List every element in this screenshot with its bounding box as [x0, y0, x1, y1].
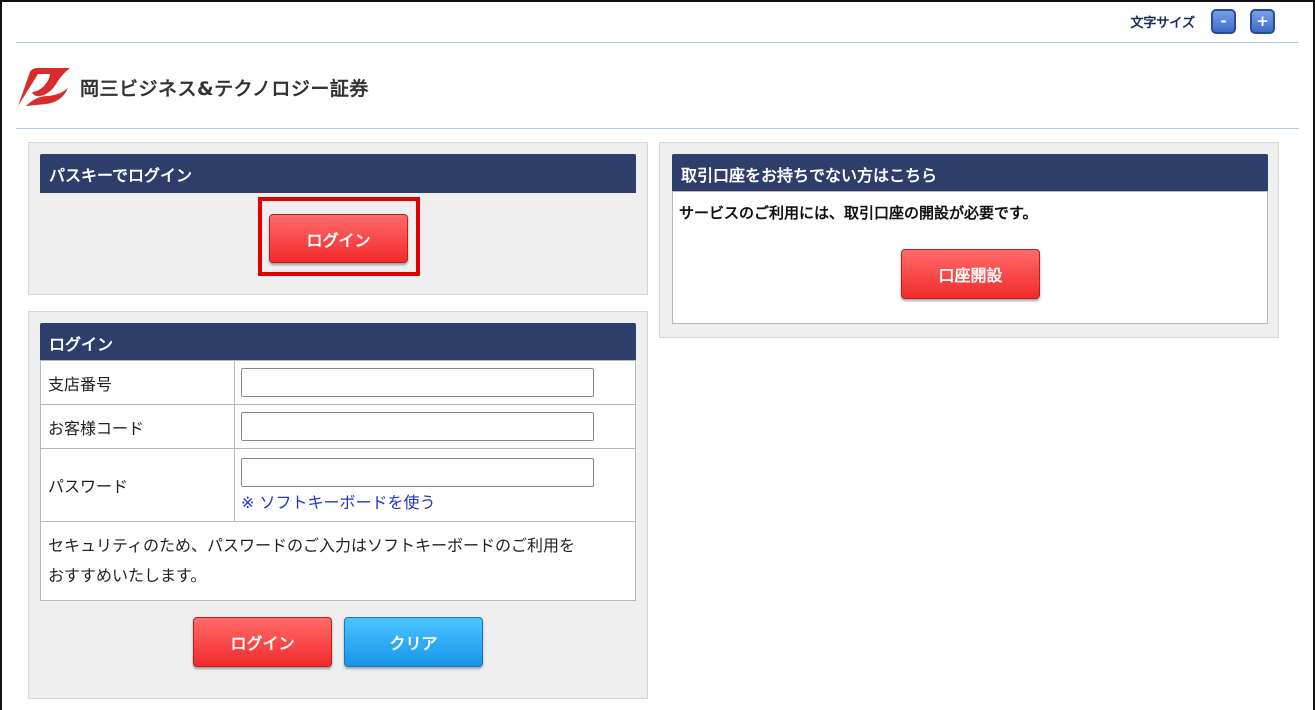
- font-size-increase-button[interactable]: +: [1250, 9, 1275, 34]
- branch-number-input[interactable]: [241, 368, 594, 397]
- company-logo: 岡三ビジネス&テクノロジー証券: [16, 66, 369, 108]
- security-note-row: セキュリティのため、パスワードのご入力はソフトキーボードのご利用を おすすめいた…: [40, 521, 636, 601]
- company-name: 岡三ビジネス&テクノロジー証券: [80, 77, 369, 100]
- password-row: パスワード ※ ソフトキーボードを使う: [40, 448, 636, 522]
- customer-row: お客様コード: [40, 404, 636, 449]
- login-submit-button[interactable]: ログイン: [193, 617, 332, 667]
- password-input[interactable]: [241, 457, 594, 487]
- soft-keyboard-link[interactable]: ※ ソフトキーボードを使う: [241, 489, 635, 513]
- font-size-label: 文字サイズ: [1130, 16, 1195, 31]
- header-divider-top: [16, 42, 1299, 43]
- login-panel-title: ログイン: [40, 323, 636, 362]
- clear-button[interactable]: クリア: [344, 617, 483, 667]
- login-panel: ログイン 支店番号 お客様コード パスワード ※ ソフトキーボードを使う セキュ…: [28, 311, 648, 699]
- open-account-panel: 取引口座をお持ちでない方はこちら サービスのご利用には、取引口座の開設が必要です…: [659, 142, 1279, 338]
- font-size-controls: 文字サイズ - +: [1130, 9, 1275, 34]
- passkey-panel-title: パスキーでログイン: [40, 154, 636, 193]
- security-note-line2: おすすめいたします。: [48, 566, 207, 585]
- security-note-line1: セキュリティのため、パスワードのご入力はソフトキーボードのご利用を: [48, 536, 576, 555]
- passkey-panel: パスキーでログイン ログイン: [28, 142, 648, 295]
- security-note: セキュリティのため、パスワードのご入力はソフトキーボードのご利用を おすすめいた…: [40, 521, 636, 601]
- passkey-login-button[interactable]: ログイン: [269, 214, 408, 263]
- customer-code-label: お客様コード: [40, 404, 235, 449]
- customer-code-input[interactable]: [241, 412, 594, 441]
- password-label: パスワード: [40, 448, 235, 522]
- font-size-decrease-button[interactable]: -: [1211, 9, 1236, 34]
- header-divider-bottom: [16, 128, 1299, 129]
- open-account-message: サービスのご利用には、取引口座の開設が必要です。: [679, 204, 1038, 222]
- company-logo-icon: [18, 68, 70, 106]
- branch-label: 支店番号: [40, 360, 235, 405]
- open-account-panel-title: 取引口座をお持ちでない方はこちら: [672, 154, 1268, 193]
- login-form-table: 支店番号 お客様コード パスワード ※ ソフトキーボードを使う セキュリティのた…: [40, 360, 636, 601]
- open-account-button[interactable]: 口座開設: [901, 249, 1040, 299]
- branch-row: 支店番号: [40, 360, 636, 405]
